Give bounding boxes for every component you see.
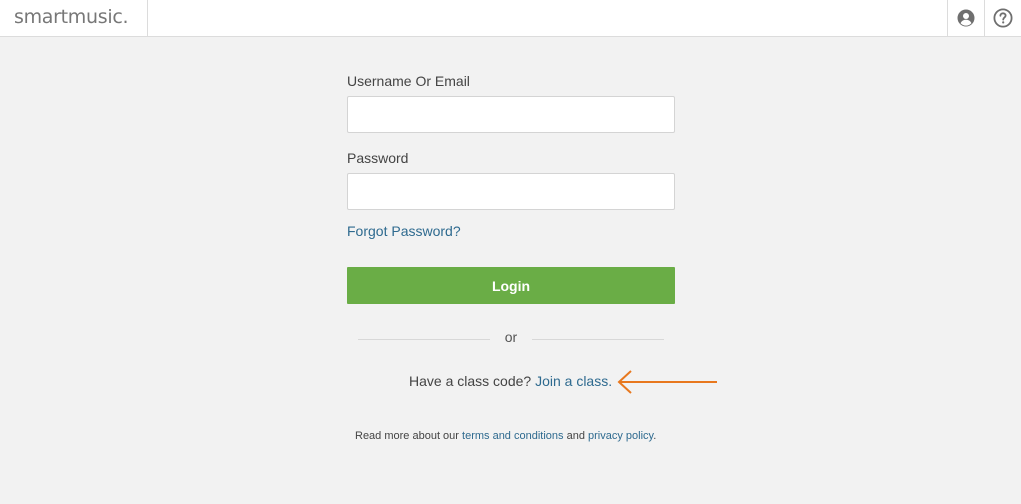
help-circle-icon [993,8,1013,28]
password-input[interactable] [347,173,675,210]
terms-link[interactable]: terms and conditions [462,430,564,442]
smartmusic-logo[interactable]: smartmusic. [0,0,148,36]
username-label: Username Or Email [347,73,470,89]
forgot-password-link[interactable]: Forgot Password? [347,223,461,239]
privacy-link[interactable]: privacy policy [588,430,653,442]
user-circle-icon [957,9,975,27]
legal-text: Read more about our terms and conditions… [355,430,656,442]
divider-line-right [532,339,664,340]
divider-or: or [504,329,518,345]
account-button[interactable] [947,0,984,36]
legal-and: and [566,430,585,442]
legal-suffix: . [653,430,657,442]
help-button[interactable] [984,0,1021,36]
logo-dot: . [122,6,129,28]
password-label: Password [347,150,409,166]
logo-text: smartmusic [14,6,123,28]
arrow-left-icon [617,370,717,394]
username-input[interactable] [347,96,675,133]
legal-prefix: Read more about our [355,430,459,442]
join-class-link[interactable]: Join a class. [535,373,612,389]
login-button[interactable]: Login [347,267,675,304]
divider-line-left [358,339,490,340]
top-bar: smartmusic. [0,0,1021,37]
class-code-row: Have a class code? Join a class. [409,373,612,389]
class-code-prompt: Have a class code? [409,373,532,389]
